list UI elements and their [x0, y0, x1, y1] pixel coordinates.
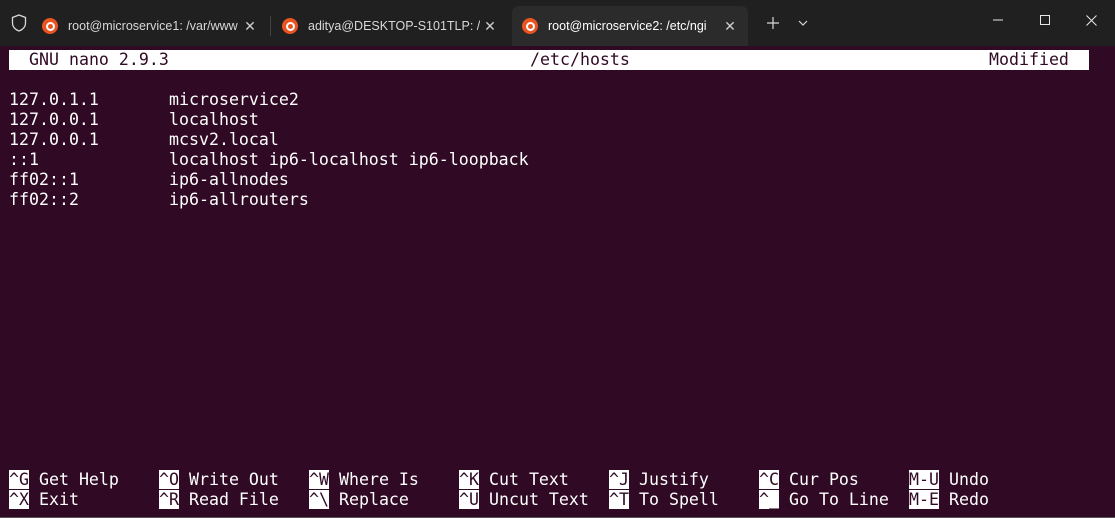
shortcut-key: ^G	[9, 470, 29, 489]
shortcut-undo[interactable]: M-U Undo	[909, 470, 989, 490]
shortcut-desc: Exit	[38, 490, 79, 509]
shortcut-read-file[interactable]: ^R Read File	[159, 490, 279, 510]
shortcut-uncut-text[interactable]: ^U Uncut Text	[459, 490, 589, 510]
tab-microservice2[interactable]: root@microservice2: /etc/ngi ✕	[512, 6, 748, 46]
shortcut-desc: Where Is	[338, 470, 419, 489]
minimize-button[interactable]	[975, 0, 1021, 40]
tab-divider	[270, 16, 271, 36]
title-bar: root@microservice1: /var/www ✕ aditya@DE…	[0, 0, 1115, 46]
shortcut-desc: Redo	[948, 490, 989, 509]
file-line[interactable]: ff02::2 ip6-allrouters	[9, 190, 309, 210]
file-line[interactable]: 127.0.0.1 mcsv2.local	[9, 130, 279, 150]
ip-address: 127.0.0.1	[9, 110, 99, 129]
shortcut-desc: Read File	[188, 490, 279, 509]
shortcut-desc: Replace	[338, 490, 409, 509]
tab-desktop[interactable]: aditya@DESKTOP-S101TLP: /va ✕	[272, 6, 508, 46]
shortcut-key: ^_	[759, 490, 779, 509]
shortcut-exit[interactable]: ^X Exit	[9, 490, 79, 510]
file-line[interactable]: ff02::1 ip6-allnodes	[9, 170, 289, 190]
shortcut-key: M-U	[909, 470, 939, 489]
ip-address: ff02::2	[9, 190, 79, 209]
shortcut-key: ^X	[9, 490, 29, 509]
shortcut-key: ^R	[159, 490, 179, 509]
close-icon[interactable]: ✕	[720, 16, 740, 36]
shortcut-desc: Uncut Text	[488, 490, 589, 509]
ip-address: ff02::1	[9, 170, 79, 189]
shortcut-key: M-E	[909, 490, 939, 509]
file-line[interactable]: 127.0.0.1 localhost	[9, 110, 259, 130]
hostname: localhost ip6-localhost ip6-loopback	[169, 150, 529, 169]
shortcut-key: ^W	[309, 470, 329, 489]
terminal-window: root@microservice1: /var/www ✕ aditya@DE…	[0, 0, 1115, 518]
shortcut-desc: Justify	[638, 470, 709, 489]
hostname: microservice2	[169, 90, 299, 109]
shortcut-to-spell[interactable]: ^T To Spell	[609, 490, 719, 510]
terminal-area[interactable]: GNU nano 2.9.3 /etc/hosts Modified 127.0…	[1, 46, 1114, 517]
shortcut-desc: Cur Pos	[788, 470, 859, 489]
new-tab-button[interactable]	[760, 10, 786, 36]
close-window-button[interactable]	[1068, 0, 1114, 40]
shortcut-desc: Cut Text	[488, 470, 569, 489]
shortcut-key: ^\	[309, 490, 329, 509]
shortcut-desc: Undo	[948, 470, 989, 489]
shortcut-key: ^J	[609, 470, 629, 489]
ip-address: ::1	[9, 150, 39, 169]
shortcut-key: ^U	[459, 490, 479, 509]
tab-dropdown-button[interactable]	[790, 10, 816, 36]
shortcut-get-help[interactable]: ^G Get Help	[9, 470, 119, 490]
nano-filename: /etc/hosts	[530, 50, 630, 69]
shortcut-key: ^T	[609, 490, 629, 509]
file-line[interactable]: ::1 localhost ip6-localhost ip6-loopback	[9, 150, 529, 170]
hostname: localhost	[169, 110, 259, 129]
shortcut-desc: To Spell	[638, 490, 719, 509]
shield-icon[interactable]	[8, 11, 30, 35]
shortcut-redo[interactable]: M-E Redo	[909, 490, 989, 510]
nano-version: GNU nano 2.9.3	[29, 50, 169, 69]
hostname: ip6-allrouters	[169, 190, 309, 209]
ip-address: 127.0.0.1	[9, 130, 99, 149]
nano-header-bar: GNU nano 2.9.3 /etc/hosts Modified	[9, 50, 1089, 70]
shortcut-cut-text[interactable]: ^K Cut Text	[459, 470, 569, 490]
shortcut-key: ^O	[159, 470, 179, 489]
ubuntu-icon	[42, 18, 58, 34]
shortcut-justify[interactable]: ^J Justify	[609, 470, 709, 490]
close-icon[interactable]: ✕	[480, 16, 500, 36]
shortcut-write-out[interactable]: ^O Write Out	[159, 470, 279, 490]
maximize-button[interactable]	[1022, 0, 1068, 40]
tab-label: root@microservice1: /var/www	[68, 19, 238, 33]
tab-label: root@microservice2: /etc/ngi	[548, 19, 707, 33]
shortcut-go-to-line[interactable]: ^_ Go To Line	[759, 490, 889, 510]
ubuntu-icon	[282, 18, 298, 34]
shortcut-cur-pos[interactable]: ^C Cur Pos	[759, 470, 859, 490]
shortcut-desc: Write Out	[188, 470, 279, 489]
hostname: ip6-allnodes	[169, 170, 289, 189]
shortcut-desc: Get Help	[38, 470, 119, 489]
shortcut-key: ^C	[759, 470, 779, 489]
tab-label: aditya@DESKTOP-S101TLP: /va	[308, 19, 480, 33]
close-icon[interactable]: ✕	[240, 16, 260, 36]
ip-address: 127.0.1.1	[9, 90, 99, 109]
shortcut-replace[interactable]: ^\ Replace	[309, 490, 409, 510]
shortcut-key: ^K	[459, 470, 479, 489]
nano-status: Modified	[989, 50, 1069, 69]
tab-microservice1[interactable]: root@microservice1: /var/www ✕	[32, 6, 268, 46]
ubuntu-icon	[522, 18, 538, 34]
shortcut-where-is[interactable]: ^W Where Is	[309, 470, 419, 490]
file-line[interactable]: 127.0.1.1 microservice2	[9, 90, 299, 110]
shortcut-desc: Go To Line	[788, 490, 889, 509]
hostname: mcsv2.local	[169, 130, 279, 149]
